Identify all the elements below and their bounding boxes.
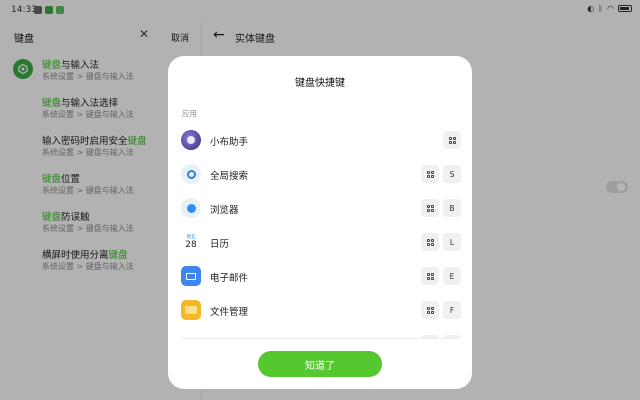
meta-key (421, 301, 439, 319)
app-name: 文件管理 (210, 307, 249, 318)
letter-key: F (443, 301, 461, 319)
section-label: 应用 (182, 109, 197, 118)
calendar-icon: 周五 28 (181, 232, 201, 252)
meta-key-icon (426, 204, 434, 212)
app-name: 小布助手 (210, 137, 249, 148)
letter-key: B (443, 199, 461, 217)
shortcuts-dialog: 键盘快捷键 应用 小布助手全局搜索 S 浏览器 B 周五28 日历 L 电子邮件 E 文件管理 F ∵… (168, 56, 472, 389)
email-icon (181, 266, 201, 286)
app-name: 浏览器 (210, 205, 239, 216)
shortcut-list[interactable]: 小布助手全局搜索 S 浏览器 B 周五28 日历 L 电子邮件 E 文件管理 F ∵计算器C (168, 122, 472, 338)
shortcut-row[interactable]: 小布助手 (168, 123, 472, 157)
shortcut-row[interactable]: ∵计算器C (168, 327, 472, 338)
meta-key (421, 165, 439, 183)
app-name: 电子邮件 (210, 273, 249, 284)
shortcut-row[interactable]: 文件管理 F (168, 293, 472, 327)
meta-key-icon (448, 136, 456, 144)
meta-key-icon (426, 272, 434, 280)
meta-key (421, 267, 439, 285)
meta-key-icon (426, 238, 434, 246)
app-name: 日历 (210, 239, 230, 250)
browser-icon (181, 198, 201, 218)
dialog-title: 键盘快捷键 (295, 78, 345, 89)
shortcut-row[interactable]: 电子邮件 E (168, 259, 472, 293)
letter-key: E (443, 267, 461, 285)
global-search-icon (181, 164, 201, 184)
letter-key: S (443, 165, 461, 183)
shortcut-row[interactable]: 浏览器 B (168, 191, 472, 225)
xiaobu-assistant-icon (181, 130, 201, 150)
calendar-day: 28 (185, 239, 197, 250)
meta-key (421, 199, 439, 217)
shortcut-row[interactable]: 周五 28 日历 L (168, 225, 472, 259)
meta-key-icon (426, 306, 434, 314)
letter-key: L (443, 233, 461, 251)
app-name: 全局搜索 (210, 171, 249, 182)
ok-button[interactable]: 知道了 (258, 351, 382, 377)
shortcut-row[interactable]: 全局搜索 S (168, 157, 472, 191)
meta-key-icon (426, 170, 434, 178)
file-manager-icon (181, 300, 201, 320)
meta-key (443, 131, 461, 149)
divider (182, 338, 458, 339)
meta-key (421, 233, 439, 251)
